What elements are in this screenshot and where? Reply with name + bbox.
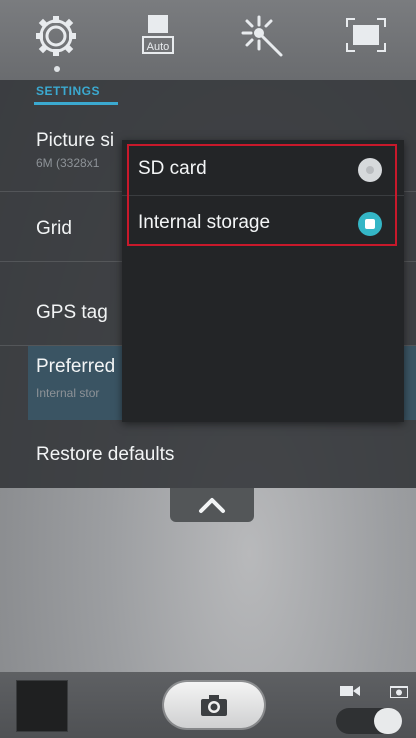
settings-button[interactable] bbox=[30, 10, 82, 62]
camera-mode-switch[interactable] bbox=[336, 708, 402, 734]
scene-mode-button[interactable]: Auto bbox=[132, 10, 184, 62]
gear-icon bbox=[36, 16, 76, 56]
mode-switch-knob[interactable] bbox=[374, 708, 402, 734]
settings-tab-underline bbox=[34, 102, 118, 105]
preferred-storage-title: Preferred bbox=[36, 356, 116, 377]
highlight-box bbox=[127, 144, 397, 246]
gallery-thumbnail[interactable] bbox=[16, 680, 68, 732]
storage-popup: SD card Internal storage bbox=[122, 140, 404, 422]
aspect-ratio-button[interactable] bbox=[340, 10, 392, 62]
auto-scene-icon: Auto bbox=[142, 15, 174, 54]
chevron-up-icon bbox=[199, 498, 225, 513]
video-camera-icon bbox=[340, 686, 360, 696]
effects-button[interactable] bbox=[236, 10, 288, 62]
preferred-storage-value: Internal stor bbox=[36, 386, 100, 400]
restore-defaults-row[interactable]: Restore defaults bbox=[0, 432, 416, 482]
picture-size-title: Picture si bbox=[36, 130, 115, 151]
grid-title: Grid bbox=[36, 218, 72, 239]
collapse-panel-button[interactable] bbox=[170, 488, 254, 522]
restore-defaults-title: Restore defaults bbox=[36, 444, 175, 465]
settings-tab-label[interactable]: SETTINGS bbox=[36, 84, 100, 102]
top-toolbar: Auto bbox=[0, 0, 416, 80]
active-tab-indicator bbox=[54, 66, 60, 72]
bottom-bar bbox=[0, 672, 416, 738]
magic-wand-icon bbox=[241, 15, 283, 57]
camera-icon bbox=[390, 686, 408, 698]
shutter-button[interactable] bbox=[164, 682, 264, 728]
camera-icon bbox=[201, 695, 227, 716]
aspect-ratio-icon bbox=[346, 18, 386, 52]
svg-text:Auto: Auto bbox=[147, 41, 170, 53]
picture-size-value: 6M (3328x1 bbox=[36, 156, 100, 170]
gps-tag-title: GPS tag bbox=[36, 302, 108, 323]
